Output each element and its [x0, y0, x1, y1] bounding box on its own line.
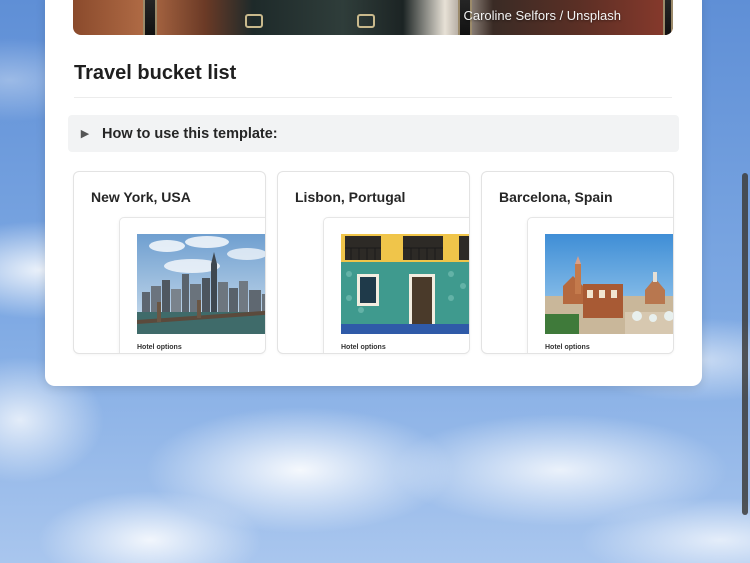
gallery-card-lisbon[interactable]: Lisbon, Portugal Hotel options	[277, 171, 470, 354]
luggage-strap	[143, 0, 157, 35]
card-title: Lisbon, Portugal	[295, 189, 406, 205]
barcelona-photo	[545, 234, 673, 334]
lisbon-photo	[341, 234, 469, 334]
luggage-buckle	[357, 14, 375, 28]
preview-label: Hotel options	[137, 344, 182, 351]
card-preview: Hotel options	[119, 217, 265, 353]
toggle-label[interactable]: How to use this template:	[102, 126, 278, 142]
card-title: New York, USA	[91, 189, 191, 205]
how-to-toggle[interactable]: ▶ How to use this template:	[68, 115, 679, 152]
card-preview: Hotel options	[527, 217, 673, 353]
card-title: Barcelona, Spain	[499, 189, 613, 205]
scrollbar-thumb[interactable]	[742, 173, 748, 515]
preview-label: Hotel options	[341, 344, 386, 351]
card-preview: Hotel options	[323, 217, 469, 353]
gallery-card-barcelona[interactable]: Barcelona, Spain Hotel options	[481, 171, 674, 354]
cover-image: Caroline Selfors / Unsplash	[73, 0, 673, 35]
new-york-photo	[137, 234, 265, 334]
divider	[74, 97, 672, 98]
preview-label: Hotel options	[545, 344, 590, 351]
luggage-buckle	[245, 14, 263, 28]
cover-credit[interactable]: Caroline Selfors / Unsplash	[463, 8, 621, 23]
page-title[interactable]: Travel bucket list	[74, 62, 236, 85]
gallery-card-new-york[interactable]: New York, USA Hotel options	[73, 171, 266, 354]
page-content: Caroline Selfors / Unsplash Travel bucke…	[45, 0, 702, 386]
luggage-strap	[663, 0, 673, 35]
triangle-right-icon[interactable]: ▶	[68, 127, 102, 140]
